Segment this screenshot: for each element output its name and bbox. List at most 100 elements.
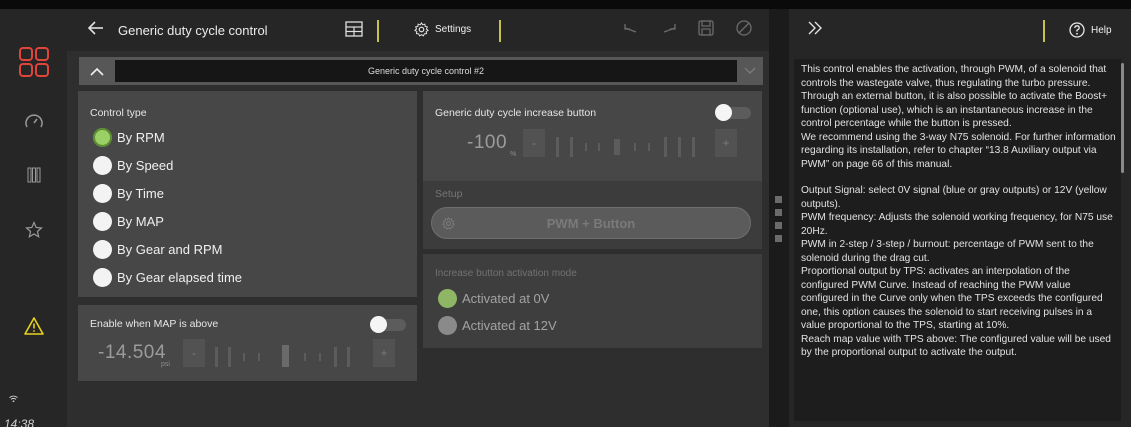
activation-mode-label: Increase button activation mode [435,268,577,279]
help-paragraph: Output Signal: select 0V signal (blue or… [801,185,1107,210]
scale-tick [692,137,695,157]
chevron-down-icon[interactable] [737,57,763,85]
radio-label: By Gear and RPM [117,242,223,257]
tab-divider [377,20,379,42]
instance-header: Generic duty cycle control #2 [79,57,763,85]
increase-button-panel: Generic duty cycle increase button -100 … [423,91,762,183]
increment-button[interactable]: + [715,129,737,157]
back-arrow-icon[interactable] [87,19,105,42]
speedometer-icon[interactable] [0,113,67,129]
radio-dot [93,268,112,287]
radio-label: By RPM [117,130,165,145]
increase-value-stepper[interactable]: -100 % - + [463,129,753,158]
chevron-up-icon[interactable] [79,57,115,85]
help-panel: Help This control enables the activation… [789,9,1131,427]
settings-label: Settings [435,24,472,35]
map-value-stepper[interactable]: -14.504 psi - + [98,339,403,368]
activation-mode-panel: Increase button activation mode Activate… [423,254,762,348]
clock: 14:38 [4,417,35,427]
map-enable-toggle[interactable] [370,316,406,333]
map-unit: psi [161,361,170,368]
gear-icon [414,22,429,37]
radio-dot [93,212,112,231]
radio-dot [93,184,112,203]
radio-by-speed[interactable]: By Speed [93,156,173,175]
save-icon[interactable] [697,19,715,42]
help-paragraph: PWM in 2-step / 3-step / burnout: percen… [801,239,1094,264]
scale-tick [304,353,306,361]
decrement-button[interactable]: - [523,129,545,157]
radio-by-time[interactable]: By Time [93,184,164,203]
grid-logo-icon[interactable] [0,47,67,77]
star-icon[interactable] [0,221,67,239]
gauges-icon[interactable] [0,167,67,183]
scale-tick [228,347,231,367]
increase-button-label: Generic duty cycle increase button [435,107,597,119]
toolbar: Generic duty cycle control Settings [67,9,769,51]
radio-by-gear-and-rpm[interactable]: By Gear and RPM [93,240,223,259]
help-label: Help [1091,24,1112,36]
decrement-button[interactable]: - [183,339,205,367]
radio-label: Activated at 0V [462,291,550,306]
double-chevron-right-icon[interactable] [807,21,823,40]
instance-name: Generic duty cycle control #2 [115,60,737,82]
tab-divider [1043,20,1045,42]
scale-tick [347,347,350,367]
pwm-mode-button[interactable]: PWM + Button [431,207,751,239]
radio-dot [438,316,457,335]
radio-label: By Speed [117,158,174,173]
radio-by-gear-elapsed-time[interactable]: By Gear elapsed time [93,268,242,287]
scale-tick [570,137,573,157]
page-title: Generic duty cycle control [118,23,268,38]
setup-panel: Setup PWM + Button [423,181,762,249]
cancel-icon[interactable] [735,19,753,42]
left-rail: 14:38 [0,9,67,427]
scale-tick [334,347,337,367]
help-button[interactable]: Help [1069,22,1112,38]
toggle-knob [370,316,387,333]
toggle-knob [715,104,732,121]
grip-dot [775,222,782,229]
scale-tick [585,143,587,151]
help-paragraph: This control enables the activation, thr… [801,64,1108,129]
increase-value: -100 [467,132,508,153]
radio-dot [93,240,112,259]
radio-activated-0v[interactable]: Activated at 0V [438,289,549,308]
radio-by-map[interactable]: By MAP [93,212,164,231]
map-enable-label: Enable when MAP is above [90,318,219,330]
help-text-area[interactable]: This control enables the activation, thr… [794,59,1121,421]
scale-tick [319,353,321,361]
control-type-panel: Control type By RPM By Speed By Time By … [78,91,417,297]
setup-label: Setup [435,188,463,200]
control-type-label: Control type [90,107,147,119]
radio-dot [438,289,457,308]
increment-button[interactable]: + [373,339,395,367]
radio-label: By MAP [117,214,164,229]
main-area: Generic duty cycle control Settings Gene… [67,9,769,427]
increase-unit: % [510,151,517,158]
map-value: -14.504 [98,342,166,363]
radio-activated-12v[interactable]: Activated at 12V [438,316,557,335]
redo-icon[interactable] [662,21,678,42]
radio-by-rpm[interactable]: By RPM [93,128,165,147]
radio-dot [93,128,112,147]
table-view-icon[interactable] [345,20,363,43]
scale-tick [634,143,636,151]
scale-tick [598,143,600,151]
scale-tick [678,137,681,157]
settings-tab[interactable]: Settings [414,22,471,37]
grip-dot [775,235,782,242]
help-paragraph: PWM frequency: Adjusts the solenoid work… [801,212,1113,237]
warning-icon[interactable] [0,317,67,335]
undo-icon[interactable] [622,21,638,42]
help-header: Help [789,9,1131,51]
pwm-mode-label: PWM + Button [546,215,636,231]
radio-dot [93,156,112,175]
splitter[interactable] [769,9,789,427]
map-enable-panel: Enable when MAP is above -14.504 psi - + [78,305,417,381]
increase-button-toggle[interactable] [715,104,751,121]
scale-tick [282,345,289,367]
radio-label: Activated at 12V [462,318,557,333]
help-scrollbar[interactable] [1121,63,1124,173]
scale-tick [556,137,559,157]
